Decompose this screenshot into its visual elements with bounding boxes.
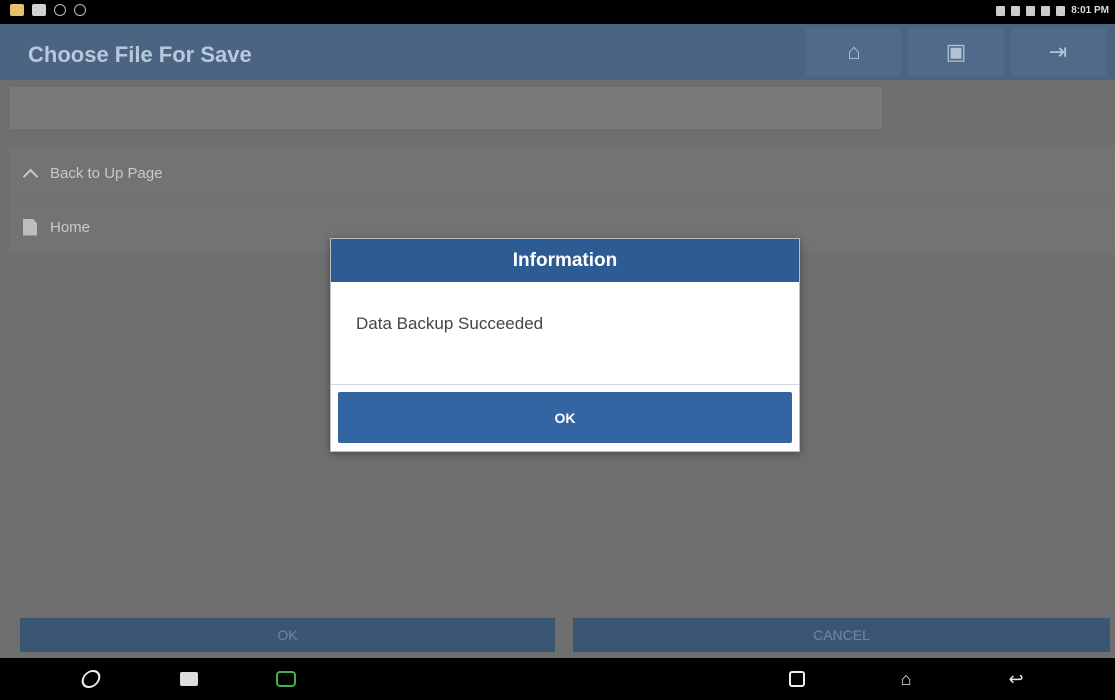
status-bar: 8:01 PM — [0, 0, 1115, 24]
browser-icon[interactable] — [79, 668, 103, 690]
back-label: Back to Up Page — [50, 164, 163, 182]
home-nav-icon[interactable]: ⌂ — [895, 668, 917, 690]
recent-apps-icon[interactable] — [786, 668, 808, 690]
status-time: 8:01 PM — [1071, 5, 1109, 16]
print-button[interactable]: ▣ — [908, 28, 1004, 76]
signal-icon — [1041, 5, 1051, 16]
home-icon: ⌂ — [847, 39, 861, 64]
path-field[interactable] — [10, 87, 882, 129]
app-notification-icon — [10, 4, 24, 16]
page-title: Choose File For Save — [28, 42, 252, 67]
dialog-message: Data Backup Succeeded — [356, 314, 544, 333]
dialog-ok-label: OK — [554, 409, 576, 426]
chevron-up-icon — [20, 165, 40, 184]
car-diagnostic-icon[interactable] — [275, 668, 297, 690]
file-icon — [20, 218, 40, 236]
dialog-header: Information — [331, 239, 799, 282]
wifi-icon — [1026, 5, 1036, 16]
gallery-icon[interactable] — [178, 668, 200, 690]
ok-label: OK — [277, 627, 298, 643]
app-header: Choose File For Save ⌂ ▣ ⇥ — [0, 24, 1115, 80]
ok-button[interactable]: OK — [20, 618, 555, 652]
exit-button[interactable]: ⇥ — [1010, 28, 1106, 76]
image-icon — [32, 4, 46, 16]
navigation-bar: ⌂ ↩ — [0, 658, 1115, 700]
location-icon — [1011, 5, 1021, 16]
print-icon: ▣ — [945, 39, 967, 64]
information-dialog: Information Data Backup Succeeded OK — [330, 238, 800, 452]
exit-icon: ⇥ — [1048, 39, 1068, 64]
list-item-label: Home — [50, 218, 91, 236]
cancel-button[interactable]: CANCEL — [573, 618, 1110, 652]
status-left-icons — [10, 4, 86, 16]
dialog-ok-button[interactable]: OK — [338, 392, 792, 443]
dialog-title: Information — [512, 249, 618, 271]
status-right-icons: 8:01 PM — [996, 5, 1109, 16]
dialog-body: Data Backup Succeeded — [331, 282, 799, 385]
home-button[interactable]: ⌂ — [806, 28, 902, 76]
wifi-outline-icon — [54, 4, 66, 16]
back-nav-icon[interactable]: ↩ — [1005, 668, 1027, 690]
cancel-label: CANCEL — [813, 627, 870, 643]
bluetooth-icon — [996, 5, 1006, 16]
back-to-up-page-row[interactable]: Back to Up Page — [10, 147, 1115, 199]
settings-circle-icon — [74, 4, 86, 16]
battery-icon — [1056, 5, 1066, 16]
